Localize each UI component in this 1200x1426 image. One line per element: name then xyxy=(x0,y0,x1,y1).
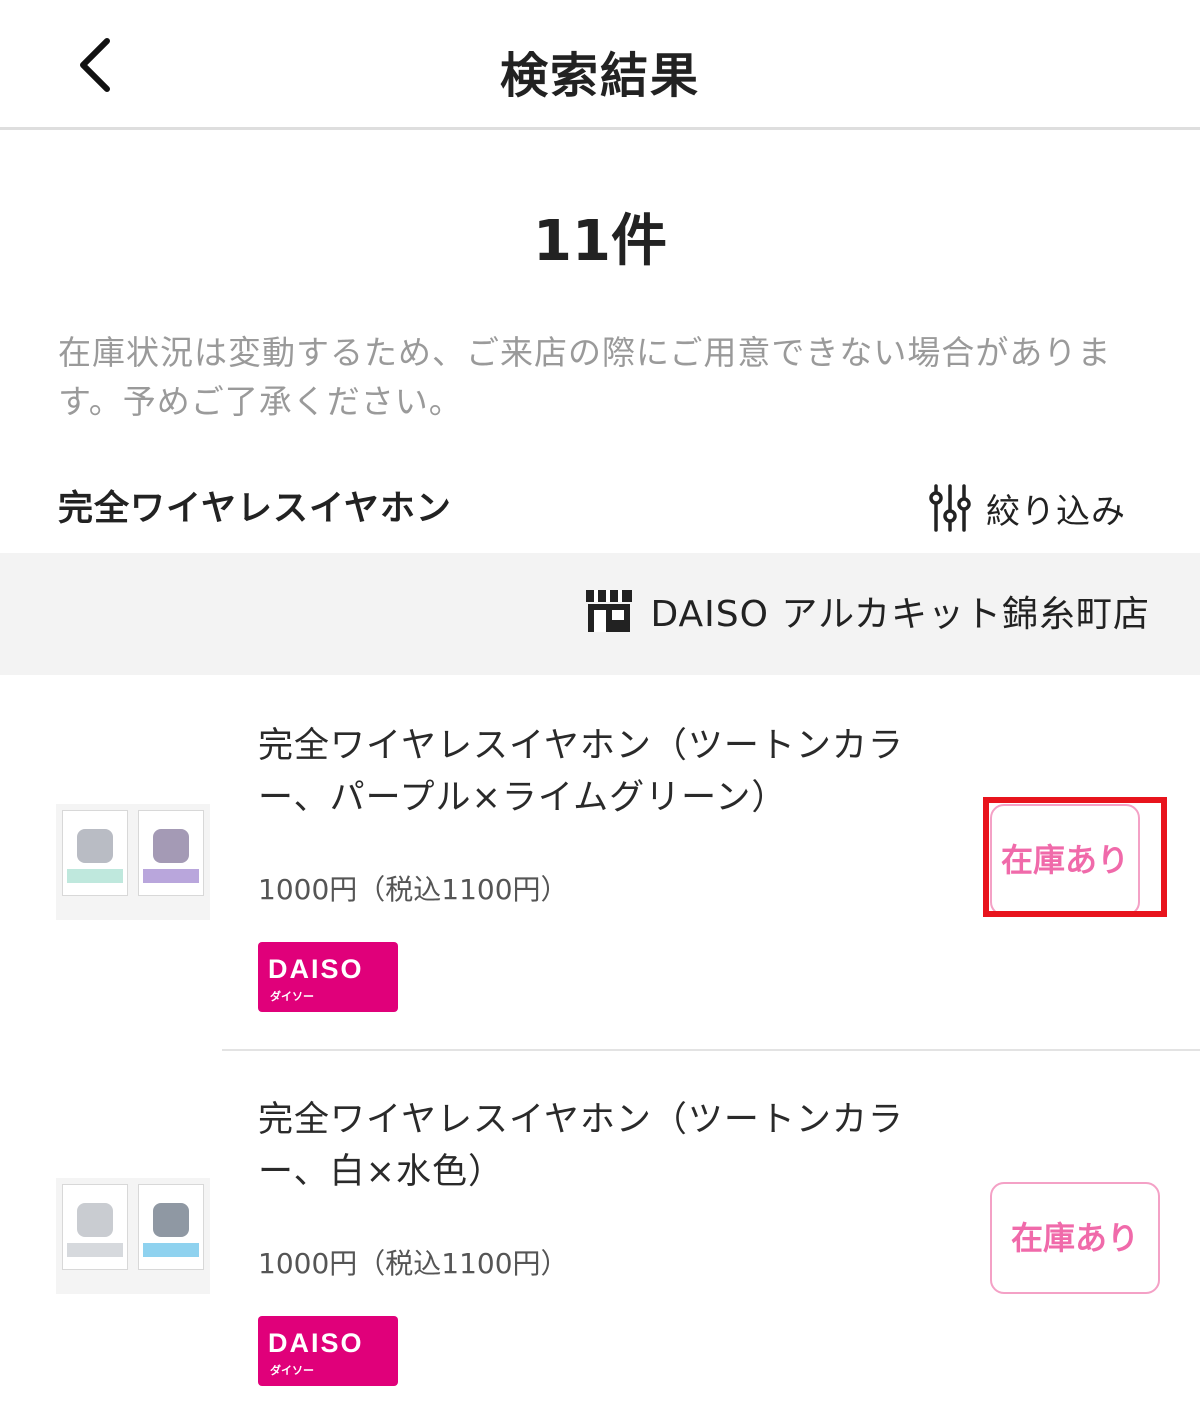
stock-notice: 在庫状況は変動するため、ご来店の際にご用意できない場合があります。予めご了承くだ… xyxy=(58,333,1112,421)
product-thumbnail xyxy=(56,1178,210,1294)
filter-label: 絞り込み xyxy=(986,491,1126,532)
store-name: DAISO アルカキット錦糸町店 xyxy=(650,594,1150,635)
divider xyxy=(222,1049,1200,1051)
highlight-box xyxy=(983,797,1167,917)
product-price: 1000円（税込1100円） xyxy=(258,1247,569,1280)
filter-button[interactable]: 絞り込み xyxy=(928,478,1126,538)
brand-sub: ダイソー xyxy=(270,990,314,1003)
daiso-logo: DAISO ダイソー xyxy=(258,1316,398,1386)
page-title: 検索結果 xyxy=(499,48,700,104)
product-name: 完全ワイヤレスイヤホン（ツートンカラー、パープル×ライムグリーン） xyxy=(258,726,904,818)
brand-name: DAISO xyxy=(268,954,364,984)
product-thumbnail xyxy=(56,804,210,920)
store-selector[interactable]: DAISO アルカキット錦糸町店 xyxy=(584,585,1150,637)
product-price: 1000円（税込1100円） xyxy=(258,873,569,906)
sliders-icon xyxy=(929,484,971,532)
storefront-icon xyxy=(586,590,633,632)
daiso-logo: DAISO ダイソー xyxy=(258,942,398,1012)
brand-name: DAISO xyxy=(268,1328,364,1358)
product-item[interactable]: 完全ワイヤレスイヤホン（ツートンカラー、白×水色） 1000円（税込1100円）… xyxy=(0,1054,1200,1426)
stock-status-button[interactable]: 在庫あり xyxy=(990,1182,1160,1294)
brand-sub: ダイソー xyxy=(270,1364,314,1377)
result-count: 11件 xyxy=(533,209,667,274)
search-keyword: 完全ワイヤレスイヤホン xyxy=(58,489,452,529)
app-header: 検索結果 xyxy=(0,0,1200,130)
product-name: 完全ワイヤレスイヤホン（ツートンカラー、白×水色） xyxy=(258,1100,904,1192)
store-bar: DAISO アルカキット錦糸町店 xyxy=(0,553,1200,675)
